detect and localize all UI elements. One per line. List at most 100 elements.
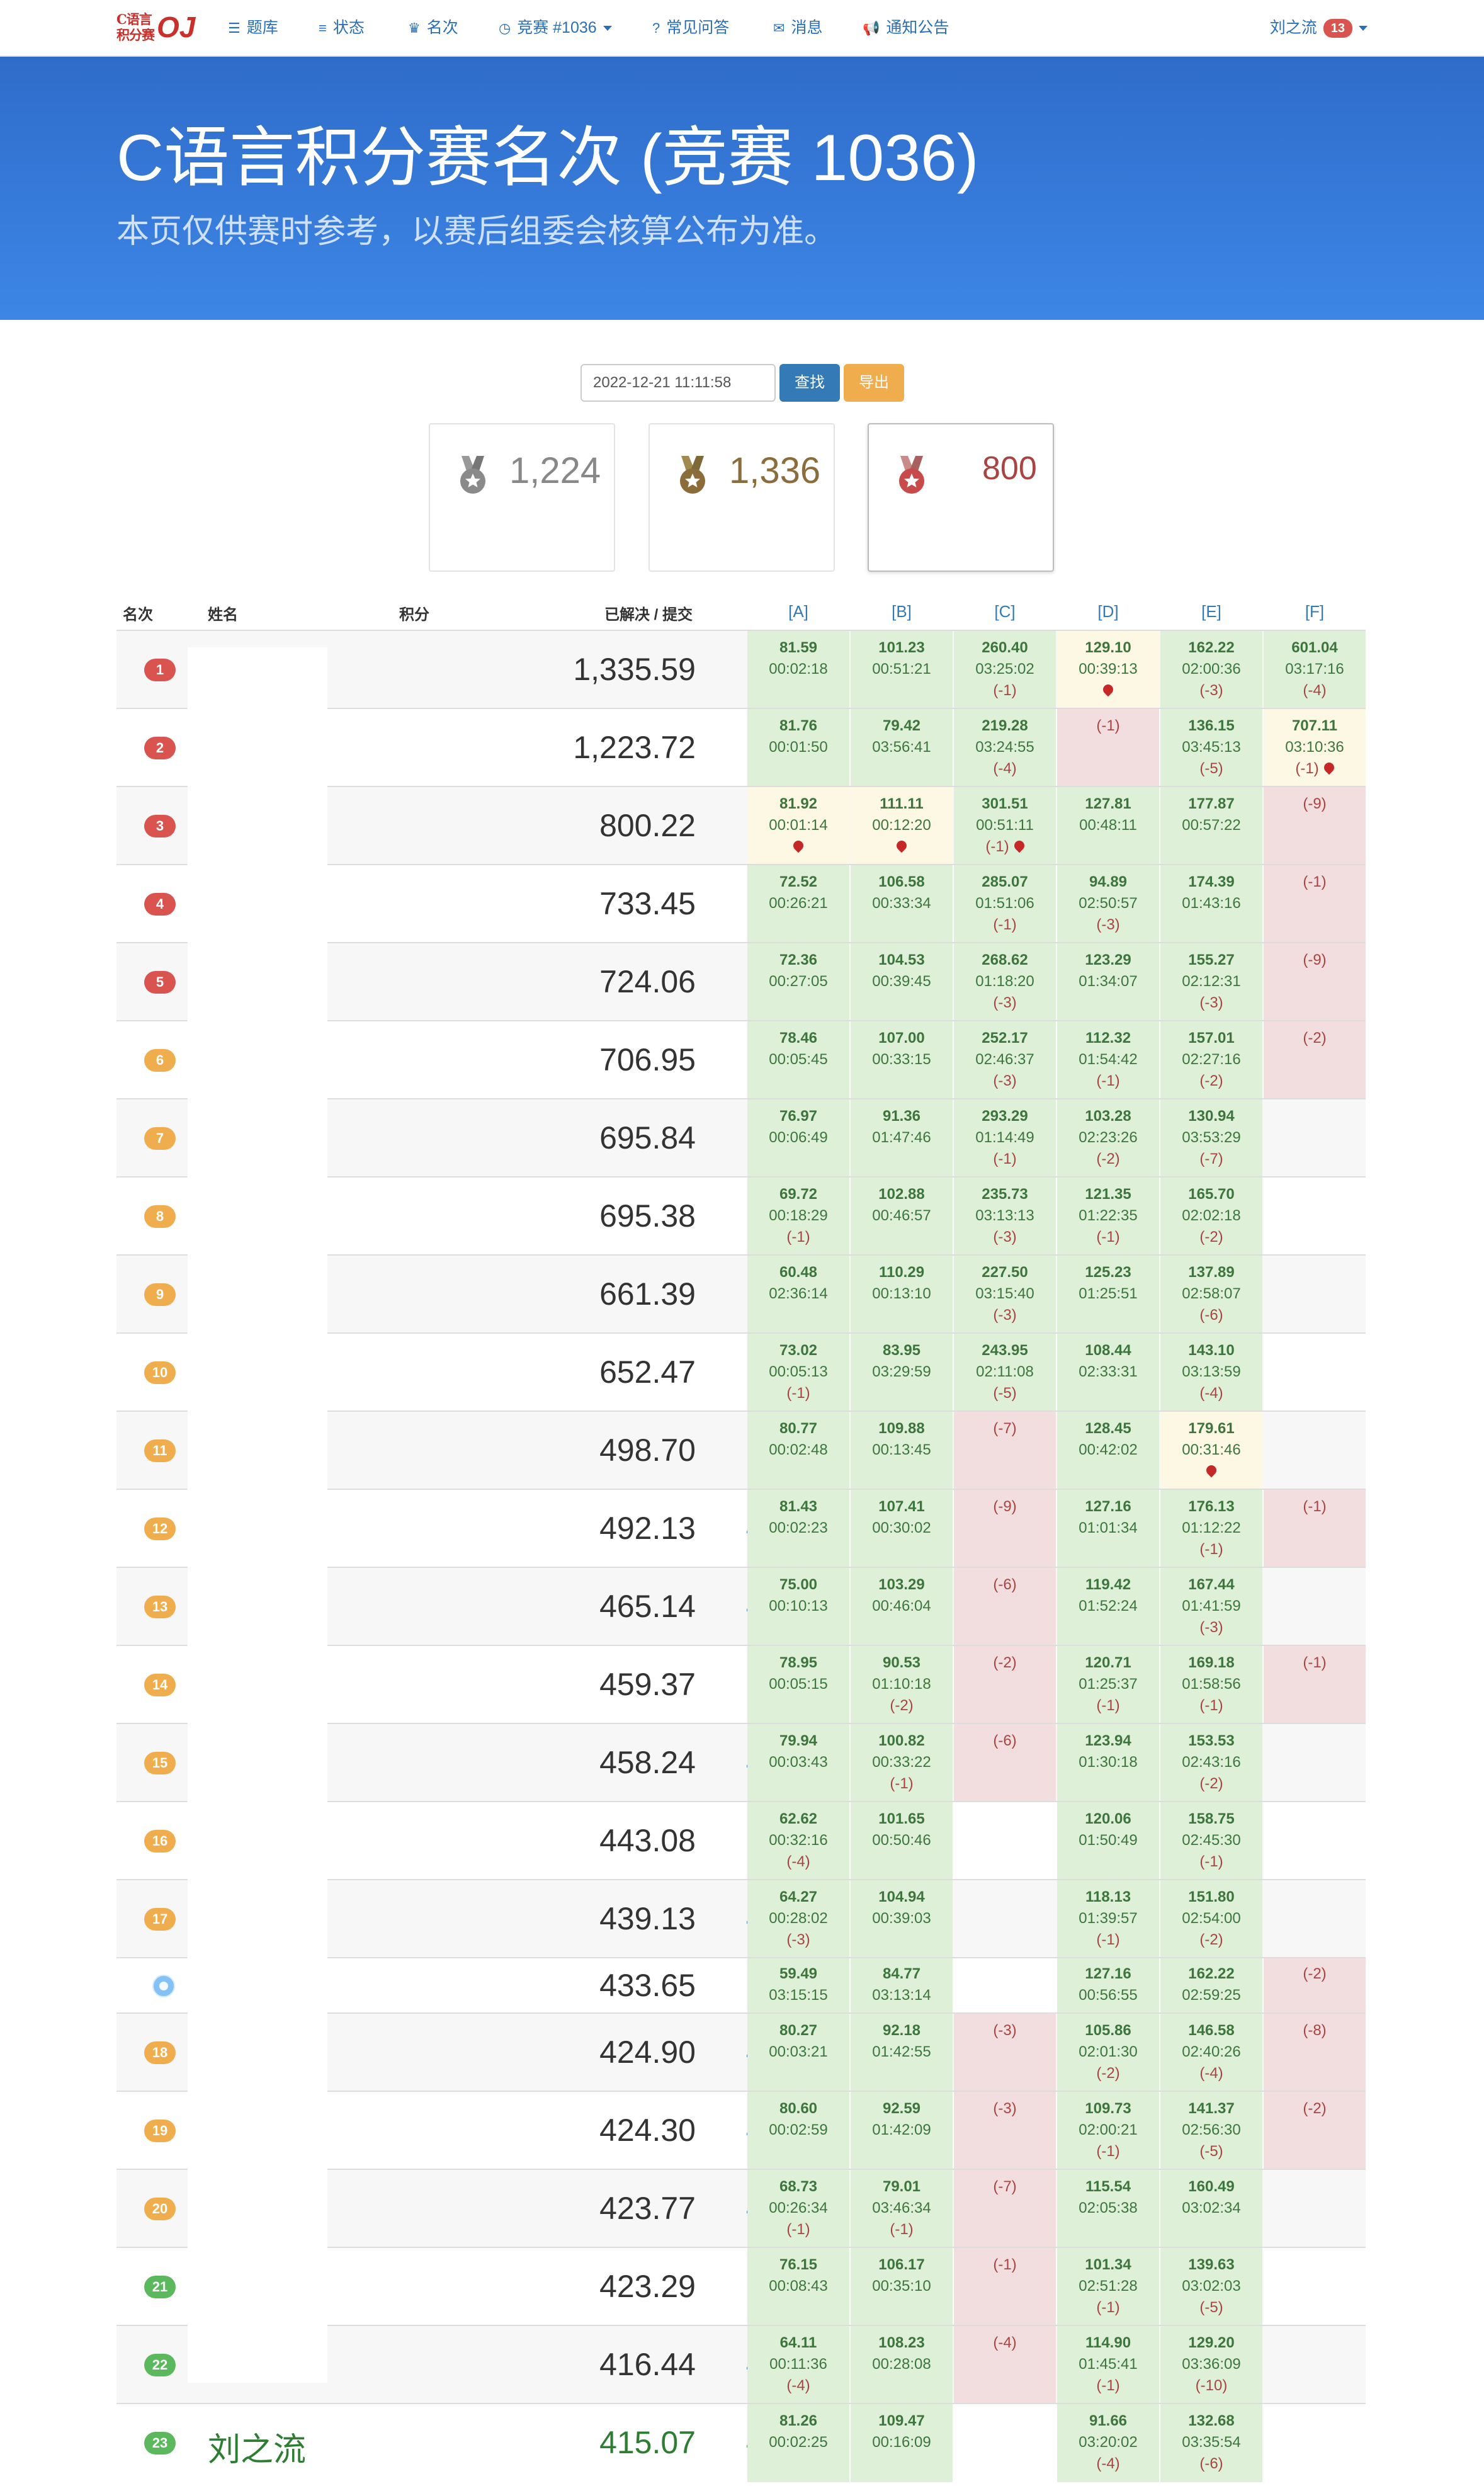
problem-cell-e[interactable]: 146.58 02:40:26 (-4) <box>1160 2014 1262 2092</box>
problem-cell-a[interactable]: 78.95 00:05:15 <box>747 1646 849 1724</box>
problem-cell-a[interactable]: 78.46 00:05:45 <box>747 1021 849 1099</box>
problem-cell-b[interactable]: 92.18 01:42:55 <box>851 2014 953 2092</box>
problem-cell-a[interactable]: 81.26 00:02:25 <box>747 2404 849 2482</box>
problem-cell-f[interactable]: 707.11 03:10:36 (-1) <box>1264 709 1366 787</box>
problem-cell-f[interactable]: (-2) <box>1264 1021 1366 1099</box>
problem-cell-d[interactable]: 123.94 01:30:18 <box>1057 1724 1159 1802</box>
problem-cell-c[interactable]: (-7) <box>954 2170 1056 2248</box>
problem-cell-d[interactable]: 115.54 02:05:38 <box>1057 2170 1159 2248</box>
problem-cell-b[interactable]: 91.36 01:47:46 <box>851 1099 953 1178</box>
problem-cell-f[interactable]: (-1) <box>1264 1490 1366 1568</box>
problem-cell-f[interactable]: (-8) <box>1264 2014 1366 2092</box>
problem-cell-a[interactable]: 64.27 00:28:02 (-3) <box>747 1880 849 1958</box>
problem-cell-b[interactable]: 109.88 00:13:45 <box>851 1412 953 1490</box>
problem-cell-d[interactable]: 129.10 00:39:13 <box>1057 631 1159 709</box>
problem-cell-d[interactable]: 109.73 02:00:21 (-1) <box>1057 2092 1159 2170</box>
header-problem-e[interactable]: [E] <box>1160 602 1262 622</box>
problem-cell-e[interactable]: 176.13 01:12:22 (-1) <box>1160 1490 1262 1568</box>
problem-cell-a[interactable]: 69.72 00:18:29 (-1) <box>747 1178 849 1256</box>
problem-cell-e[interactable]: 174.39 01:43:16 <box>1160 865 1262 943</box>
problem-cell-b[interactable]: 109.47 00:16:09 <box>851 2404 953 2482</box>
problem-cell-d[interactable]: 119.42 01:52:24 <box>1057 1568 1159 1646</box>
user-menu[interactable]: 刘之流 13 <box>1270 0 1368 55</box>
header-problem-c[interactable]: [C] <box>954 602 1056 622</box>
problem-cell-b[interactable]: 106.17 00:35:10 <box>851 2248 953 2326</box>
problem-cell-a[interactable]: 62.62 00:32:16 (-4) <box>747 1802 849 1880</box>
nav-faq[interactable]: ? 常见问答 <box>652 0 729 55</box>
problem-cell-a[interactable]: 81.76 00:01:50 <box>747 709 849 787</box>
problem-cell-e[interactable]: 153.53 02:43:16 (-2) <box>1160 1724 1262 1802</box>
problem-cell-b[interactable]: 101.23 00:51:21 <box>851 631 953 709</box>
problem-cell-c[interactable]: 227.50 03:15:40 (-3) <box>954 1256 1056 1334</box>
problem-cell-a[interactable]: 80.27 00:03:21 <box>747 2014 849 2092</box>
problem-cell-d[interactable]: 127.16 01:01:34 <box>1057 1490 1159 1568</box>
problem-cell-c[interactable]: 252.17 02:46:37 (-3) <box>954 1021 1056 1099</box>
problem-cell-c[interactable]: (-6) <box>954 1568 1056 1646</box>
problem-cell-a[interactable]: 80.77 00:02:48 <box>747 1412 849 1490</box>
problem-cell-c[interactable]: (-2) <box>954 1646 1056 1724</box>
problem-cell-e[interactable]: 179.61 00:31:46 <box>1160 1412 1262 1490</box>
problem-cell-d[interactable]: 108.44 02:33:31 <box>1057 1334 1159 1412</box>
problem-cell-a[interactable]: 81.92 00:01:14 <box>747 787 849 865</box>
problem-cell-f[interactable]: (-1) <box>1264 865 1366 943</box>
problem-cell-a[interactable]: 79.94 00:03:43 <box>747 1724 849 1802</box>
problem-cell-e[interactable]: 155.27 02:12:31 (-3) <box>1160 943 1262 1021</box>
nav-messages[interactable]: ✉ 消息 <box>773 0 822 55</box>
problem-cell-d[interactable]: 101.34 02:51:28 (-1) <box>1057 2248 1159 2326</box>
problem-cell-b[interactable]: 107.41 00:30:02 <box>851 1490 953 1568</box>
nav-notices[interactable]: 📢 通知公告 <box>863 0 949 55</box>
nav-status[interactable]: ≡ 状态 <box>319 0 365 55</box>
problem-cell-d[interactable]: 128.45 00:42:02 <box>1057 1412 1159 1490</box>
export-button[interactable]: 导出 <box>844 364 904 402</box>
problem-cell-a[interactable]: 64.11 00:11:36 (-4) <box>747 2326 849 2404</box>
problem-cell-b[interactable]: 92.59 01:42:09 <box>851 2092 953 2170</box>
problem-cell-b[interactable]: 79.01 03:46:34 (-1) <box>851 2170 953 2248</box>
problem-cell-f[interactable]: 601.04 03:17:16 (-4) <box>1264 631 1366 709</box>
problem-cell-b[interactable]: 108.23 00:28:08 <box>851 2326 953 2404</box>
header-problem-b[interactable]: [B] <box>851 602 953 622</box>
problem-cell-e[interactable]: 169.18 01:58:56 (-1) <box>1160 1646 1262 1724</box>
problem-cell-e[interactable]: 158.75 02:45:30 (-1) <box>1160 1802 1262 1880</box>
problem-cell-b[interactable]: 90.53 01:10:18 (-2) <box>851 1646 953 1724</box>
problem-cell-c[interactable]: (-4) <box>954 2326 1056 2404</box>
problem-cell-e[interactable]: 143.10 03:13:59 (-4) <box>1160 1334 1262 1412</box>
problem-cell-e[interactable]: 137.89 02:58:07 (-6) <box>1160 1256 1262 1334</box>
problem-cell-a[interactable]: 76.97 00:06:49 <box>747 1099 849 1178</box>
problem-cell-b[interactable]: 107.00 00:33:15 <box>851 1021 953 1099</box>
nav-ranking[interactable]: ♛ 名次 <box>408 0 458 55</box>
problem-cell-a[interactable]: 81.43 00:02:23 <box>747 1490 849 1568</box>
problem-cell-d[interactable]: 121.35 01:22:35 (-1) <box>1057 1178 1159 1256</box>
problem-cell-e[interactable]: 136.15 03:45:13 (-5) <box>1160 709 1262 787</box>
problem-cell-e[interactable]: 139.63 03:02:03 (-5) <box>1160 2248 1262 2326</box>
header-problem-a[interactable]: [A] <box>747 602 849 622</box>
problem-cell-b[interactable]: 104.94 00:39:03 <box>851 1880 953 1958</box>
problem-cell-e[interactable]: 130.94 03:53:29 (-7) <box>1160 1099 1262 1178</box>
problem-cell-a[interactable]: 81.59 00:02:18 <box>747 631 849 709</box>
problem-cell-c[interactable]: 235.73 03:13:13 (-3) <box>954 1178 1056 1256</box>
problem-cell-d[interactable]: 94.89 02:50:57 (-3) <box>1057 865 1159 943</box>
problem-cell-d[interactable]: 105.86 02:01:30 (-2) <box>1057 2014 1159 2092</box>
problem-cell-a[interactable]: 75.00 00:10:13 <box>747 1568 849 1646</box>
problem-cell-d[interactable]: 120.71 01:25:37 (-1) <box>1057 1646 1159 1724</box>
problem-cell-a[interactable]: 76.15 00:08:43 <box>747 2248 849 2326</box>
problem-cell-f[interactable]: (-9) <box>1264 787 1366 865</box>
problem-cell-b[interactable]: 84.77 03:13:14 <box>851 1958 953 2014</box>
nav-contest[interactable]: ◷ 竞赛 #1036 <box>499 0 612 55</box>
problem-cell-a[interactable]: 60.48 02:36:14 <box>747 1256 849 1334</box>
participant-name[interactable]: 刘之流 <box>208 2423 306 2470</box>
problem-cell-c[interactable]: 219.28 03:24:55 (-4) <box>954 709 1056 787</box>
problem-cell-f[interactable]: (-2) <box>1264 1958 1366 2014</box>
problem-cell-c[interactable]: 293.29 01:14:49 (-1) <box>954 1099 1056 1178</box>
problem-cell-c[interactable]: (-7) <box>954 1412 1056 1490</box>
problem-cell-a[interactable]: 73.02 00:05:13 (-1) <box>747 1334 849 1412</box>
problem-cell-e[interactable]: 132.68 03:35:54 (-6) <box>1160 2404 1262 2482</box>
problem-cell-c[interactable]: 285.07 01:51:06 (-1) <box>954 865 1056 943</box>
problem-cell-e[interactable]: 141.37 02:56:30 (-5) <box>1160 2092 1262 2170</box>
problem-cell-a[interactable]: 80.60 00:02:59 <box>747 2092 849 2170</box>
problem-cell-f[interactable]: (-1) <box>1264 1646 1366 1724</box>
problem-cell-d[interactable]: 103.28 02:23:26 (-2) <box>1057 1099 1159 1178</box>
problem-cell-c[interactable]: 243.95 02:11:08 (-5) <box>954 1334 1056 1412</box>
problem-cell-f[interactable]: (-2) <box>1264 2092 1366 2170</box>
problem-cell-e[interactable]: 177.87 00:57:22 <box>1160 787 1262 865</box>
problem-cell-a[interactable]: 59.49 03:15:15 <box>747 1958 849 2014</box>
